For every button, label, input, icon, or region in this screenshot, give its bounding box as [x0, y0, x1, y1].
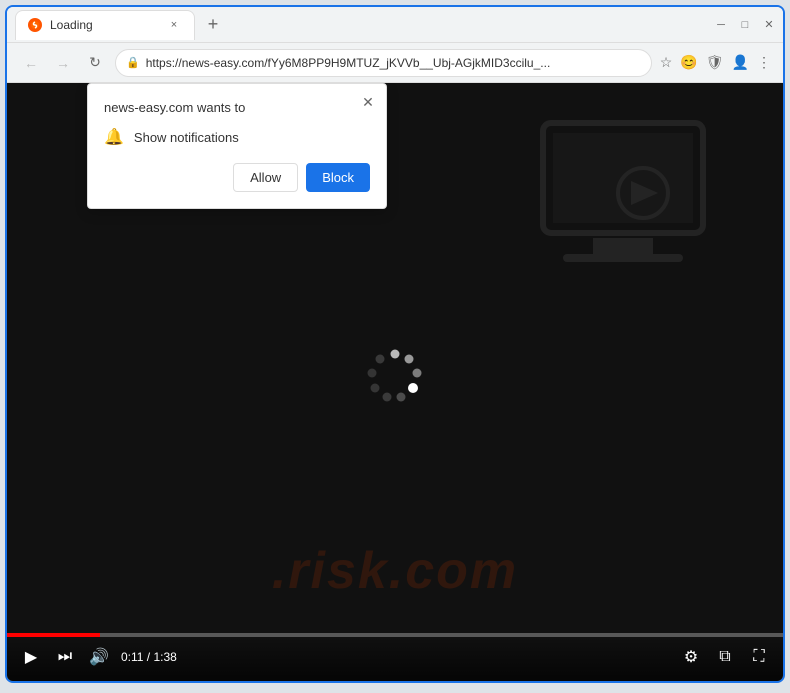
minimize-button[interactable]: ─	[715, 19, 727, 31]
address-url: https://news-easy.com/fYy6M8PP9H9MTUZ_jK…	[146, 56, 641, 70]
emoji-icon[interactable]: 😊	[680, 54, 697, 71]
tab-favicon-icon	[28, 18, 42, 32]
bell-icon: 🔔	[104, 127, 124, 147]
video-controls: ▶ ⏭ 🔊 0:11 / 1:38 ⚙ ⧉ ⛶	[7, 633, 783, 681]
bookmark-star-icon[interactable]: ☆	[660, 54, 673, 71]
play-button[interactable]: ▶	[19, 645, 43, 669]
pc-watermark-graphic	[523, 113, 723, 298]
account-icon[interactable]: 👤	[732, 54, 749, 71]
time-display: 0:11 / 1:38	[121, 650, 177, 664]
menu-icon[interactable]: ⋮	[757, 54, 771, 71]
popup-permission-row: 🔔 Show notifications	[104, 127, 370, 147]
watermark-text: .risk.com	[272, 541, 518, 601]
forward-button[interactable]: →	[51, 51, 75, 75]
refresh-button[interactable]: ↻	[83, 51, 107, 75]
popup-title: news-easy.com wants to	[104, 100, 370, 115]
forward-icon: →	[56, 55, 70, 71]
loading-spinner	[365, 346, 425, 406]
tab-close-icon[interactable]: ×	[166, 17, 182, 33]
toolbar-icons: ☆ 😊 🛡 👤 ⋮	[660, 54, 771, 71]
permission-label: Show notifications	[134, 130, 239, 145]
notification-popup: ✕ news-easy.com wants to 🔔 Show notifica…	[87, 83, 387, 209]
shield-icon[interactable]: 🛡	[706, 54, 724, 71]
skip-button[interactable]: ⏭	[53, 645, 77, 669]
tab-bar: Loading × +	[15, 7, 703, 42]
popup-buttons: Allow Block	[104, 163, 370, 192]
close-button[interactable]: ✕	[763, 19, 775, 31]
refresh-icon: ↻	[89, 54, 101, 71]
fullscreen-button[interactable]: ⛶	[747, 645, 771, 669]
volume-button[interactable]: 🔊	[87, 645, 111, 669]
settings-button[interactable]: ⚙	[679, 645, 703, 669]
viewport: .risk.com ▶ ⏭	[7, 83, 783, 681]
new-tab-button[interactable]: +	[199, 11, 227, 39]
address-bar: ← → ↻ 🔒 https://news-easy.com/fYy6M8PP9H…	[7, 43, 783, 83]
active-tab[interactable]: Loading ×	[15, 10, 195, 40]
block-button[interactable]: Block	[306, 163, 370, 192]
title-bar: Loading × + ─ □ ✕	[7, 7, 783, 43]
back-button[interactable]: ←	[19, 51, 43, 75]
right-controls: ⚙ ⧉ ⛶	[679, 645, 771, 669]
lock-icon: 🔒	[126, 56, 140, 69]
tab-title: Loading	[50, 18, 158, 32]
window-controls: ─ □ ✕	[715, 19, 775, 31]
restore-button[interactable]: □	[739, 19, 751, 31]
progress-fill	[7, 633, 100, 637]
popup-close-button[interactable]: ✕	[358, 92, 378, 112]
browser-window: Loading × + ─ □ ✕ ← → ↻ 🔒 https://news-e…	[5, 5, 785, 683]
back-icon: ←	[24, 55, 38, 71]
address-bar-input[interactable]: 🔒 https://news-easy.com/fYy6M8PP9H9MTUZ_…	[115, 49, 652, 77]
miniplayer-button[interactable]: ⧉	[713, 645, 737, 669]
allow-button[interactable]: Allow	[233, 163, 298, 192]
progress-bar[interactable]	[7, 633, 783, 637]
